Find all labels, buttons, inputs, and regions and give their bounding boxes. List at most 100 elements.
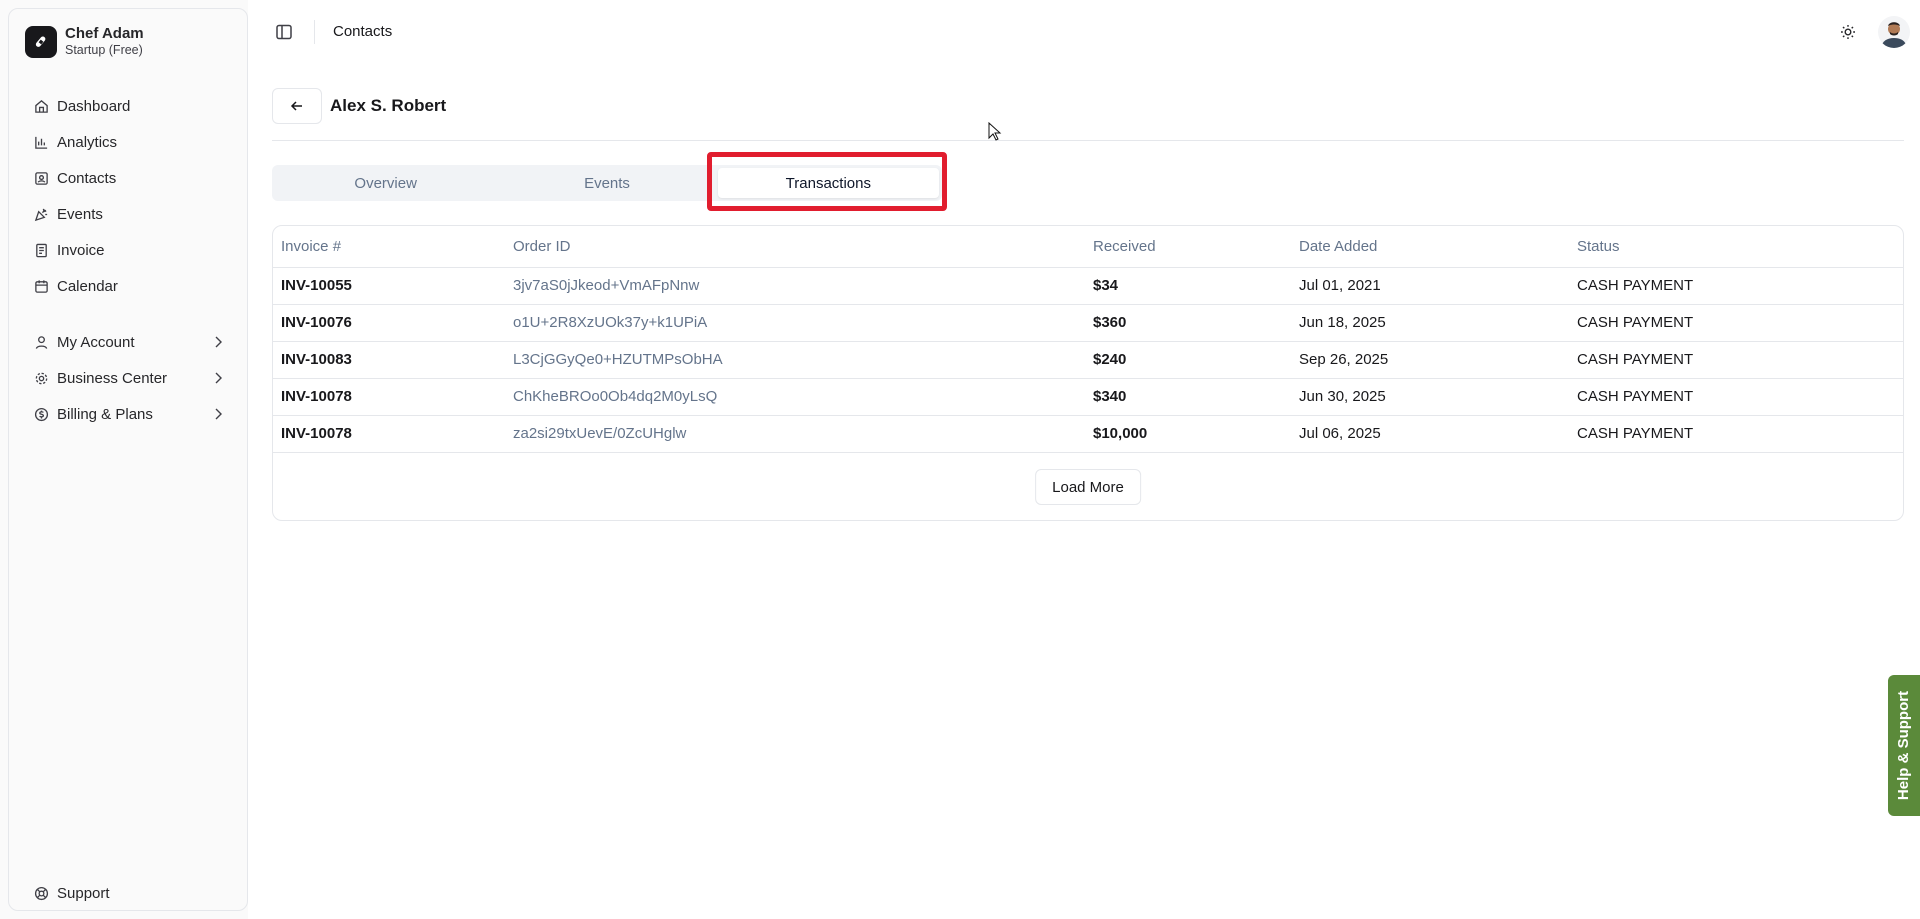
order-id: L3CjGGyQe0+HZUTMPsObHA bbox=[505, 341, 1085, 379]
dollar-icon bbox=[33, 406, 49, 422]
sidebar-toggle-button[interactable] bbox=[272, 20, 296, 44]
tab-events[interactable]: Events bbox=[496, 168, 717, 198]
chevron-right-icon bbox=[211, 407, 225, 425]
workspace-plan: Startup (Free) bbox=[65, 43, 143, 57]
received-amount: $10,000 bbox=[1085, 415, 1291, 453]
date-added: Jul 06, 2025 bbox=[1291, 415, 1569, 453]
invoice-number: INV-10078 bbox=[273, 378, 505, 416]
date-added: Sep 26, 2025 bbox=[1291, 341, 1569, 379]
sidebar-item-label: Business Center bbox=[57, 369, 168, 387]
received-amount: $34 bbox=[1085, 267, 1291, 305]
divider bbox=[272, 140, 1904, 141]
bar-chart-icon bbox=[33, 134, 49, 150]
mouse-cursor-icon bbox=[988, 121, 1002, 147]
invoice-number: INV-10078 bbox=[273, 415, 505, 453]
table-row[interactable]: INV-10076 o1U+2R8XzUOk37y+k1UPiA $360 Ju… bbox=[273, 304, 1903, 342]
sidebar-item-my-account[interactable]: My Account bbox=[17, 324, 239, 360]
main-nav: Dashboard Analytics Contacts Events Invo… bbox=[17, 88, 239, 304]
order-id: 3jv7aS0jJkeod+VmAFpNnw bbox=[505, 267, 1085, 305]
sidebar-item-events[interactable]: Events bbox=[17, 196, 239, 232]
sidebar-item-contacts[interactable]: Contacts bbox=[17, 160, 239, 196]
page-title: Contacts bbox=[333, 23, 393, 40]
tab-transactions[interactable]: Transactions bbox=[717, 168, 939, 198]
sidebar-item-analytics[interactable]: Analytics bbox=[17, 124, 239, 160]
sidebar-item-support[interactable]: Support bbox=[17, 875, 239, 911]
sidebar-item-billing-plans[interactable]: Billing & Plans bbox=[17, 396, 239, 432]
date-added: Jun 30, 2025 bbox=[1291, 378, 1569, 416]
sun-icon bbox=[1841, 25, 1855, 39]
sidebar-item-label: Contacts bbox=[57, 169, 117, 187]
column-header-status[interactable]: Status bbox=[1569, 226, 1903, 268]
sidebar-item-dashboard[interactable]: Dashboard bbox=[17, 88, 239, 124]
contact-name: Alex S. Robert bbox=[330, 96, 447, 115]
sidebar: Chef Adam Startup (Free) Dashboard Analy… bbox=[8, 8, 248, 911]
received-amount: $340 bbox=[1085, 378, 1291, 416]
gear-icon bbox=[33, 370, 49, 386]
sidebar-item-label: Calendar bbox=[57, 277, 118, 295]
chevron-right-icon bbox=[211, 335, 225, 353]
sidebar-item-label: Dashboard bbox=[57, 97, 131, 115]
workspace-switcher[interactable]: Chef Adam Startup (Free) bbox=[25, 25, 144, 58]
table-row[interactable]: INV-10078 za2si29txUevE/0ZcUHglw $10,000… bbox=[273, 415, 1903, 453]
invoice-number: INV-10055 bbox=[273, 267, 505, 305]
avatar[interactable] bbox=[1878, 16, 1910, 48]
invoice-number: INV-10076 bbox=[273, 304, 505, 342]
payment-status: CASH PAYMENT bbox=[1569, 267, 1903, 305]
sidebar-item-business-center[interactable]: Business Center bbox=[17, 360, 239, 396]
panel-left-icon bbox=[276, 24, 292, 40]
order-id: o1U+2R8XzUOk37y+k1UPiA bbox=[505, 304, 1085, 342]
order-id: ChKheBROo0Ob4dq2M0yLsQ bbox=[505, 378, 1085, 416]
help-support-label: Help & Support bbox=[1895, 690, 1913, 801]
sidebar-item-label: Support bbox=[57, 884, 110, 902]
payment-status: CASH PAYMENT bbox=[1569, 341, 1903, 379]
footer-nav: Support bbox=[17, 875, 239, 911]
column-header-invoice[interactable]: Invoice # bbox=[273, 226, 505, 268]
contact-icon bbox=[33, 170, 49, 186]
party-icon bbox=[33, 206, 49, 222]
theme-toggle-button[interactable] bbox=[1838, 22, 1858, 42]
date-added: Jul 01, 2021 bbox=[1291, 267, 1569, 305]
sidebar-item-label: Billing & Plans bbox=[57, 405, 153, 423]
back-button[interactable] bbox=[272, 88, 322, 124]
date-added: Jun 18, 2025 bbox=[1291, 304, 1569, 342]
table-row[interactable]: INV-10078 ChKheBROo0Ob4dq2M0yLsQ $340 Ju… bbox=[273, 378, 1903, 416]
received-amount: $240 bbox=[1085, 341, 1291, 379]
table-row[interactable]: INV-10083 L3CjGGyQe0+HZUTMPsObHA $240 Se… bbox=[273, 341, 1903, 379]
order-id: za2si29txUevE/0ZcUHglw bbox=[505, 415, 1085, 453]
sidebar-item-label: Analytics bbox=[57, 133, 118, 151]
payment-status: CASH PAYMENT bbox=[1569, 378, 1903, 416]
user-icon bbox=[33, 334, 49, 350]
chevron-right-icon bbox=[211, 371, 225, 389]
column-header-order-id[interactable]: Order ID bbox=[505, 226, 1085, 268]
payment-status: CASH PAYMENT bbox=[1569, 415, 1903, 453]
help-support-button[interactable]: Help & Support bbox=[1888, 675, 1920, 816]
account-nav: My Account Business Center Billing & Pla… bbox=[17, 324, 239, 432]
top-bar: Contacts bbox=[248, 0, 1920, 64]
sidebar-item-label: Events bbox=[57, 205, 103, 223]
workspace-name: Chef Adam bbox=[65, 25, 144, 42]
sidebar-item-label: Invoice bbox=[57, 241, 105, 259]
divider bbox=[314, 20, 315, 44]
invoice-icon bbox=[33, 242, 49, 258]
brand-logo-icon bbox=[25, 25, 57, 58]
received-amount: $360 bbox=[1085, 304, 1291, 342]
arrow-left-icon bbox=[290, 101, 302, 111]
load-more-button[interactable]: Load More bbox=[1035, 469, 1141, 505]
column-header-date-added[interactable]: Date Added bbox=[1291, 226, 1569, 268]
table-header-row: Invoice # Order ID Received Date Added S… bbox=[273, 226, 1903, 268]
lifebuoy-icon bbox=[33, 885, 49, 901]
sidebar-item-calendar[interactable]: Calendar bbox=[17, 268, 239, 304]
payment-status: CASH PAYMENT bbox=[1569, 304, 1903, 342]
tab-overview[interactable]: Overview bbox=[275, 168, 496, 198]
invoice-number: INV-10083 bbox=[273, 341, 505, 379]
calendar-icon bbox=[33, 278, 49, 294]
home-icon bbox=[33, 98, 49, 114]
sidebar-item-label: My Account bbox=[57, 333, 135, 351]
transactions-table: Invoice # Order ID Received Date Added S… bbox=[273, 226, 1903, 453]
sidebar-item-invoice[interactable]: Invoice bbox=[17, 232, 239, 268]
table-row[interactable]: INV-10055 3jv7aS0jJkeod+VmAFpNnw $34 Jul… bbox=[273, 267, 1903, 305]
transactions-card: Invoice # Order ID Received Date Added S… bbox=[272, 225, 1904, 521]
tab-list: Overview Events Transactions bbox=[272, 165, 942, 201]
column-header-received[interactable]: Received bbox=[1085, 226, 1291, 268]
main-content: Contacts Alex S. Robert Overview Events … bbox=[248, 0, 1920, 919]
